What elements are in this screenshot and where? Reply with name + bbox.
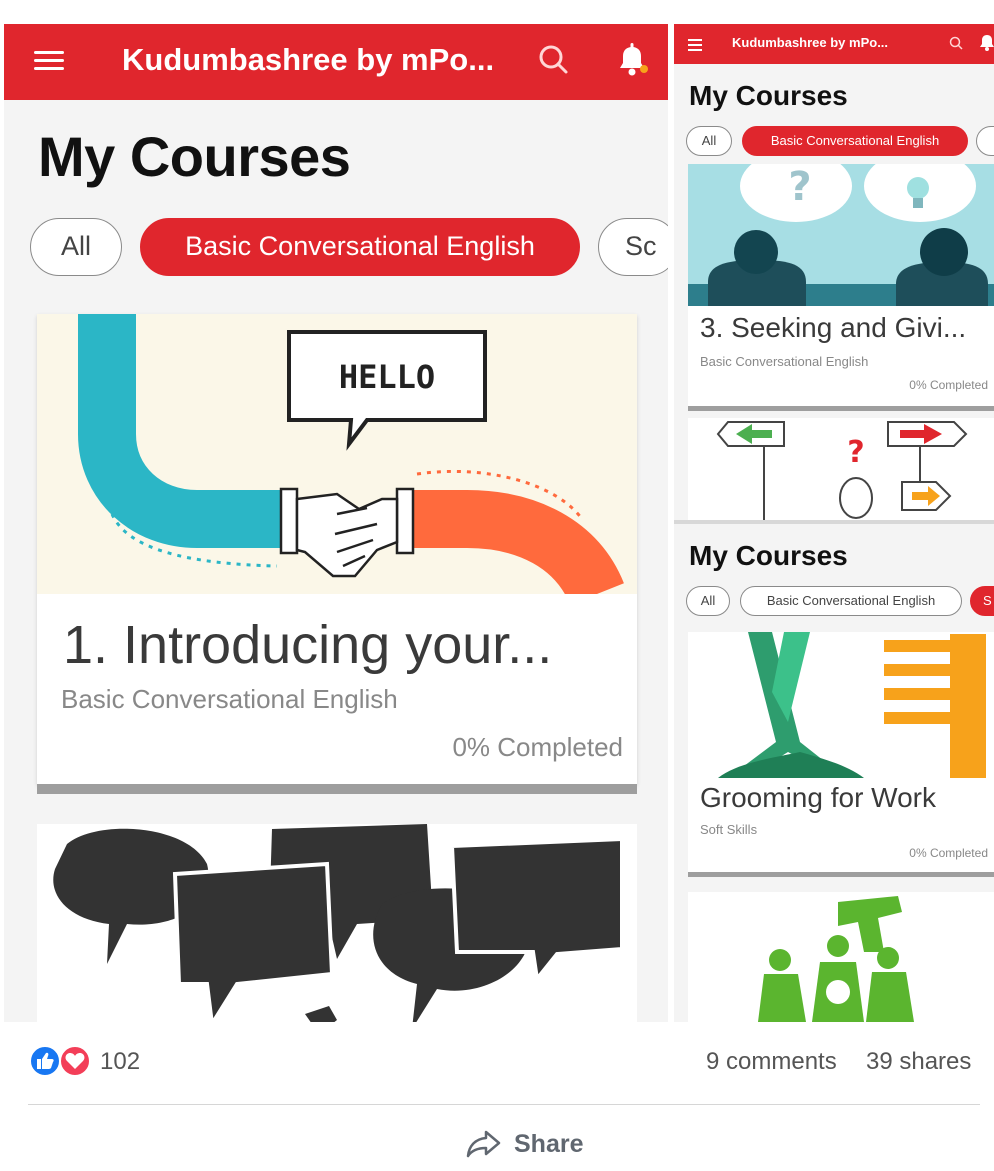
chip-all[interactable]: All xyxy=(686,586,730,616)
hello-bubble-text: HELLO xyxy=(339,358,435,396)
right-phone-screen: Kudumbashree by mPo... My Courses All Ba… xyxy=(674,24,994,1022)
chip-basic-conversational-english[interactable]: Basic Conversational English xyxy=(742,126,968,156)
course-image-handshake: HELLO xyxy=(37,314,637,594)
course-card[interactable] xyxy=(688,892,994,1022)
course-image-direction-arrows: ? xyxy=(688,418,994,520)
left-phone-screen: Kudumbashree by mPo... My Courses All Ba… xyxy=(4,24,668,1022)
search-icon[interactable] xyxy=(948,35,964,51)
chip-basic-conversational-english[interactable]: Basic Conversational English xyxy=(140,218,580,276)
right-phone-screen-2: My Courses All Basic Conversational Engl… xyxy=(674,524,994,1022)
notification-bell-icon[interactable] xyxy=(978,33,994,53)
course-progress: 0% Completed xyxy=(909,378,988,392)
progress-bar xyxy=(37,784,637,794)
chip-all[interactable]: All xyxy=(686,126,732,156)
share-arrow-icon xyxy=(466,1130,501,1158)
screenshot-frame: Kudumbashree by mPo... My Courses All Ba… xyxy=(0,0,994,1171)
course-title: Grooming for Work xyxy=(700,782,936,813)
page-title: My Courses xyxy=(689,540,848,571)
page-title: My Courses xyxy=(38,125,351,188)
svg-text:?: ? xyxy=(847,435,864,470)
course-progress: 0% Completed xyxy=(909,846,988,860)
divider xyxy=(28,1104,980,1105)
chip-all[interactable]: All xyxy=(30,218,122,276)
course-card[interactable]: ? xyxy=(688,418,994,520)
app-title: Kudumbashree by mPo... xyxy=(122,42,495,77)
course-category: Basic Conversational English xyxy=(61,684,398,714)
chip-soft-skills[interactable]: Sc xyxy=(598,218,668,276)
page-title: My Courses xyxy=(689,80,848,111)
social-post-footer: 102 9 comments 39 shares Share xyxy=(0,1022,994,1171)
course-image-speech-bubbles xyxy=(37,824,637,1022)
progress-bar xyxy=(688,872,994,877)
course-title: 1. Introducing your... xyxy=(63,615,553,675)
reaction-icons[interactable] xyxy=(28,1044,94,1078)
shares-count[interactable]: 39 shares xyxy=(866,1048,971,1076)
chip-basic-conversational-english[interactable]: Basic Conversational English xyxy=(740,586,962,616)
svg-text:?: ? xyxy=(788,164,811,210)
course-image-tie-comb xyxy=(688,632,994,778)
share-label: Share xyxy=(514,1129,584,1158)
app-title: Kudumbashree by mPo... xyxy=(732,35,889,50)
course-image-teamwork xyxy=(688,892,994,1022)
course-card[interactable]: ? 3. Seeking and Givi... Basic Conversat… xyxy=(688,164,994,411)
search-icon[interactable] xyxy=(536,42,572,78)
comments-count[interactable]: 9 comments xyxy=(706,1048,837,1076)
progress-bar xyxy=(688,406,994,411)
app-bar: Kudumbashree by mPo... xyxy=(674,24,994,64)
course-card[interactable] xyxy=(37,824,637,1022)
course-category: Basic Conversational English xyxy=(700,354,869,369)
share-button[interactable]: Share xyxy=(466,1126,583,1162)
reaction-count[interactable]: 102 xyxy=(100,1048,140,1076)
course-image-question-idea: ? xyxy=(688,164,994,306)
course-progress: 0% Completed xyxy=(452,732,623,762)
hamburger-menu-icon[interactable] xyxy=(688,36,702,54)
notification-bell-icon[interactable] xyxy=(610,38,654,82)
course-card[interactable]: Grooming for Work Soft Skills 0% Complet… xyxy=(688,632,994,877)
chip-soft-skills[interactable] xyxy=(976,126,994,156)
app-bar: Kudumbashree by mPo... xyxy=(4,24,668,100)
course-title: 3. Seeking and Givi... xyxy=(700,312,967,343)
hamburger-menu-icon[interactable] xyxy=(34,46,64,76)
course-category: Soft Skills xyxy=(700,822,758,837)
course-card[interactable]: HELLO 1. Introducing your... Basic Conve… xyxy=(37,314,637,794)
chip-soft-skills[interactable]: S xyxy=(970,586,994,616)
